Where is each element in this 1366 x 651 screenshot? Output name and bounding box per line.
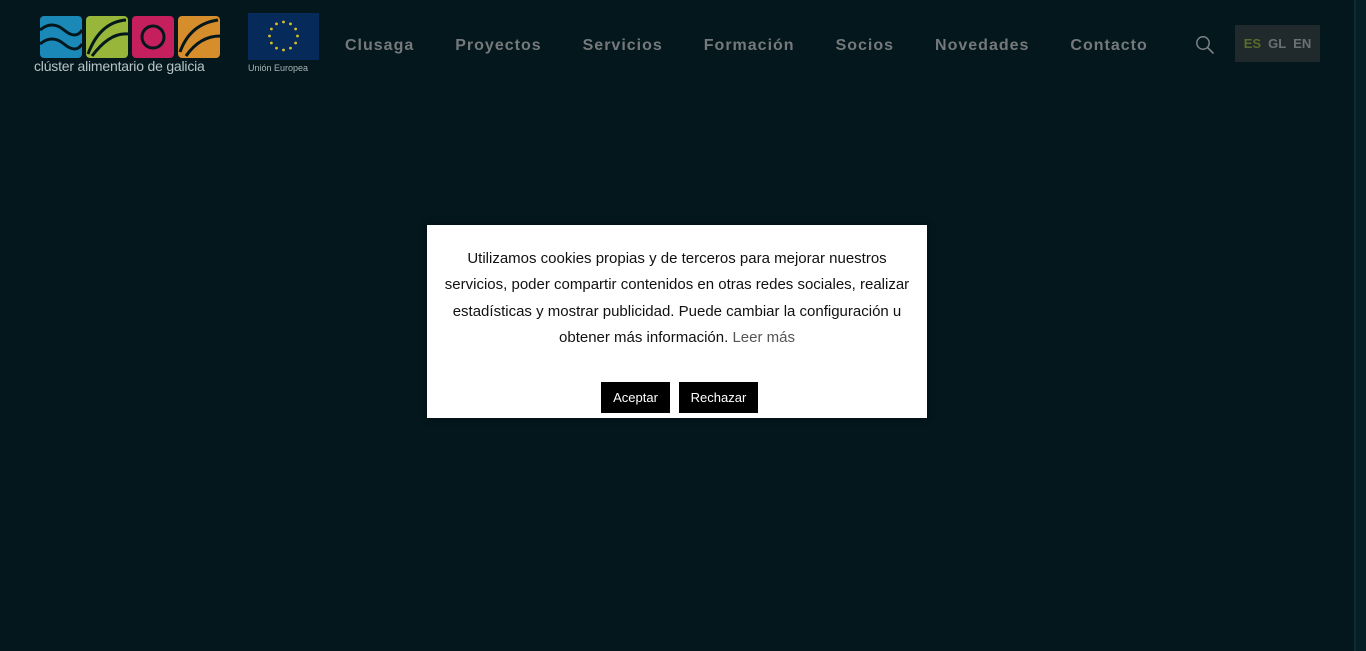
- accept-cookies-button[interactable]: Aceptar: [601, 382, 670, 413]
- nav-item-socios[interactable]: Socios: [836, 37, 894, 55]
- nav-item-formacion[interactable]: Formación: [704, 37, 795, 55]
- eu-stars-icon: [268, 20, 299, 52]
- eu-logo: Unión Europea: [248, 13, 320, 75]
- nav-item-proyectos[interactable]: Proyectos: [455, 37, 541, 55]
- nav-item-servicios[interactable]: Servicios: [583, 37, 663, 55]
- cookie-banner: Utilizamos cookies propias y de terceros…: [427, 225, 927, 418]
- lang-en[interactable]: EN: [1293, 36, 1311, 51]
- scrollbar-track: [1354, 0, 1356, 651]
- cluster-logo[interactable]: clúster alimentario de galicia: [34, 14, 226, 76]
- cookie-message-text: Utilizamos cookies propias y de terceros…: [444, 250, 910, 346]
- eu-text: Unión Europea: [248, 63, 309, 73]
- language-switcher: ES GL EN: [1235, 25, 1320, 62]
- cluster-logo-marks: [40, 16, 220, 58]
- lang-es[interactable]: ES: [1244, 36, 1261, 51]
- nav-item-novedades[interactable]: Novedades: [935, 37, 1029, 55]
- lang-gl[interactable]: GL: [1268, 36, 1286, 51]
- nav-item-contacto[interactable]: Contacto: [1070, 37, 1147, 55]
- page: clúster alimentario de galicia Unión Eur…: [0, 0, 1366, 651]
- logo-text: clúster alimentario de galicia: [34, 58, 205, 74]
- search-icon[interactable]: [1195, 35, 1215, 55]
- eu-flag-icon: [248, 13, 319, 60]
- main-nav: Clusaga Proyectos Servicios Formación So…: [345, 36, 1148, 56]
- scrollbar[interactable]: [1354, 0, 1366, 651]
- cookie-message: Utilizamos cookies propias y de terceros…: [441, 246, 913, 351]
- reject-cookies-button[interactable]: Rechazar: [679, 382, 758, 413]
- nav-item-clusaga[interactable]: Clusaga: [345, 37, 414, 55]
- cookie-read-more-link[interactable]: Leer más: [732, 329, 795, 346]
